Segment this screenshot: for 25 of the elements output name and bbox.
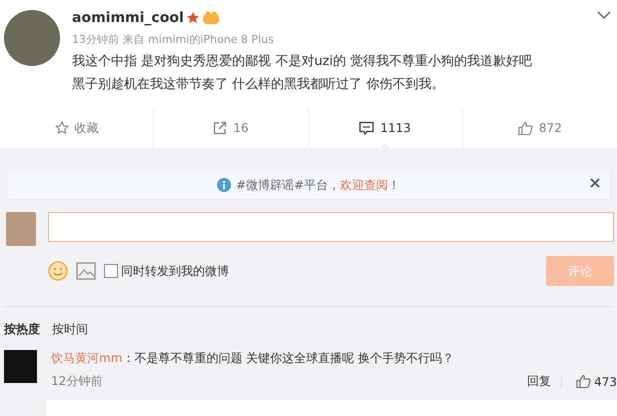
username: aomimmi_cool bbox=[72, 10, 184, 26]
badge-icon bbox=[202, 11, 220, 25]
share-icon bbox=[213, 121, 228, 135]
thumbs-up-icon bbox=[518, 120, 533, 136]
sort-tab[interactable]: 按热度 bbox=[4, 321, 40, 338]
reply-link[interactable]: 回复 bbox=[527, 373, 552, 390]
sort-tab[interactable]: 按时间 bbox=[52, 321, 88, 338]
notice-text: #微博辟谣#平台，欢迎查阅！ bbox=[236, 176, 400, 194]
post-text: 黑子别趁机在我这带节奏了 什么样的黑我都听过了 你伤不到我。 bbox=[72, 76, 446, 93]
comment-input[interactable] bbox=[48, 212, 614, 242]
star-icon bbox=[54, 121, 69, 135]
star-icon bbox=[186, 12, 199, 24]
image-icon[interactable] bbox=[76, 262, 96, 280]
post-text: 我这个中指 是对狗史秀恩爱的鄙视 不是对uzi的 觉得我不尊重小狗的我道歉好吧 bbox=[72, 53, 532, 70]
comment-text: 饮马黄河mm：不是尊不尊重的问题 关键你这全球直播呢 换个手势不行吗？ bbox=[51, 350, 454, 367]
checkbox[interactable] bbox=[104, 264, 118, 278]
like-button[interactable]: 473 bbox=[561, 374, 617, 389]
info-icon bbox=[216, 178, 231, 192]
close-button[interactable] bbox=[588, 176, 602, 190]
comment-time: 12分钟前 bbox=[51, 373, 102, 390]
smiley-icon[interactable] bbox=[48, 261, 68, 281]
thumbs-up-icon bbox=[576, 374, 592, 389]
post-meta: 13分钟前 来自 mimimi的iPhone 8 Plus bbox=[72, 32, 275, 47]
chevron-down-icon[interactable] bbox=[597, 10, 611, 20]
comment-icon bbox=[359, 121, 374, 135]
